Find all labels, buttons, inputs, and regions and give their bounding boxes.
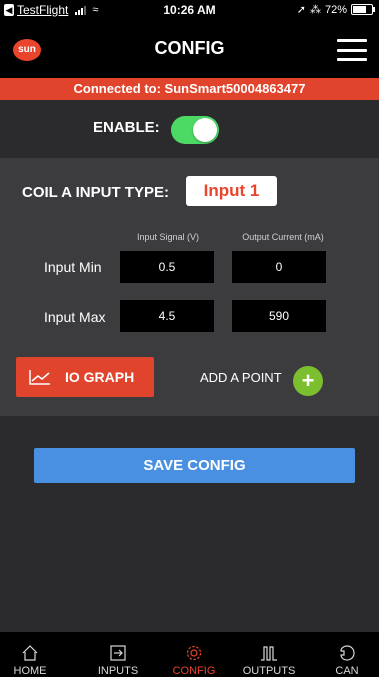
nav-label-can: CAN <box>335 665 359 677</box>
input-max-label: Input Max <box>44 309 106 325</box>
add-point-button[interactable]: + <box>293 366 323 396</box>
home-icon <box>22 645 38 661</box>
input-max-current-field[interactable]: 590 <box>232 300 326 332</box>
plus-icon: + <box>301 368 315 393</box>
io-graph-label: IO GRAPH <box>65 369 135 385</box>
nav-label-inputs: INPUTS <box>97 665 139 677</box>
back-app-name[interactable]: TestFlight <box>17 3 68 17</box>
inputs-icon <box>110 645 126 661</box>
input-type-select[interactable]: Input 1 <box>186 176 277 206</box>
status-bar: ◀ TestFlight ≈ 10:26 AM ➚ ⁂ 72% <box>0 0 379 20</box>
input-min-label: Input Min <box>44 259 102 275</box>
status-right: ➚ ⁂ 72% <box>296 3 375 16</box>
battery-percent: 72% <box>324 3 347 16</box>
enable-row: ENABLE: <box>0 100 379 158</box>
graph-icon <box>29 370 50 385</box>
battery-icon <box>351 4 375 15</box>
io-graph-button[interactable]: IO GRAPH <box>16 357 154 397</box>
input-min-current-field[interactable]: 0 <box>232 251 326 283</box>
app-header: sun CONFIG <box>0 20 379 78</box>
can-icon <box>340 645 355 661</box>
nav-item-can[interactable]: CAN <box>317 632 377 677</box>
nav-item-inputs[interactable]: INPUTS <box>88 632 148 677</box>
add-point-label[interactable]: ADD A POINT <box>200 370 282 385</box>
nav-label-outputs: OUTPUTS <box>242 665 296 677</box>
bottom-nav: HOME INPUTS CONFIG OUTPUTS CAN <box>0 632 379 677</box>
status-left: ◀ TestFlight ≈ <box>4 3 98 17</box>
gear-icon <box>186 645 202 661</box>
outputs-icon <box>261 646 277 661</box>
nav-item-config[interactable]: CONFIG <box>164 632 224 677</box>
nav-item-home[interactable]: HOME <box>0 632 60 677</box>
column-header-input-signal: Input Signal (V) <box>136 232 200 242</box>
connection-banner: Connected to: SunSmart50004863477 <box>0 78 379 100</box>
back-to-app-icon[interactable]: ◀ <box>4 4 14 16</box>
input-min-signal-field[interactable]: 0.5 <box>120 251 214 283</box>
bluetooth-icon: ⁂ <box>309 4 321 16</box>
enable-toggle[interactable] <box>171 116 219 144</box>
wifi-icon: ≈ <box>92 4 99 16</box>
location-icon: ➚ <box>296 4 306 16</box>
nav-item-outputs[interactable]: OUTPUTS <box>239 632 299 677</box>
coil-config-panel: COIL A INPUT TYPE: Input 1 Input Signal … <box>0 158 379 416</box>
hamburger-menu-icon[interactable] <box>337 39 367 61</box>
save-config-button[interactable]: SAVE CONFIG <box>34 448 355 483</box>
nav-label-home: HOME <box>13 665 47 677</box>
column-header-output-current: Output Current (mA) <box>242 232 324 242</box>
coil-input-type-label: COIL A INPUT TYPE: <box>22 184 169 201</box>
enable-label: ENABLE: <box>93 119 160 136</box>
input-max-signal-field[interactable]: 4.5 <box>120 300 214 332</box>
toggle-knob <box>193 118 217 142</box>
signal-icon <box>75 5 87 15</box>
nav-label-config: CONFIG <box>172 665 216 677</box>
page-title: CONFIG <box>154 38 225 58</box>
sun-logo: sun <box>13 39 41 61</box>
